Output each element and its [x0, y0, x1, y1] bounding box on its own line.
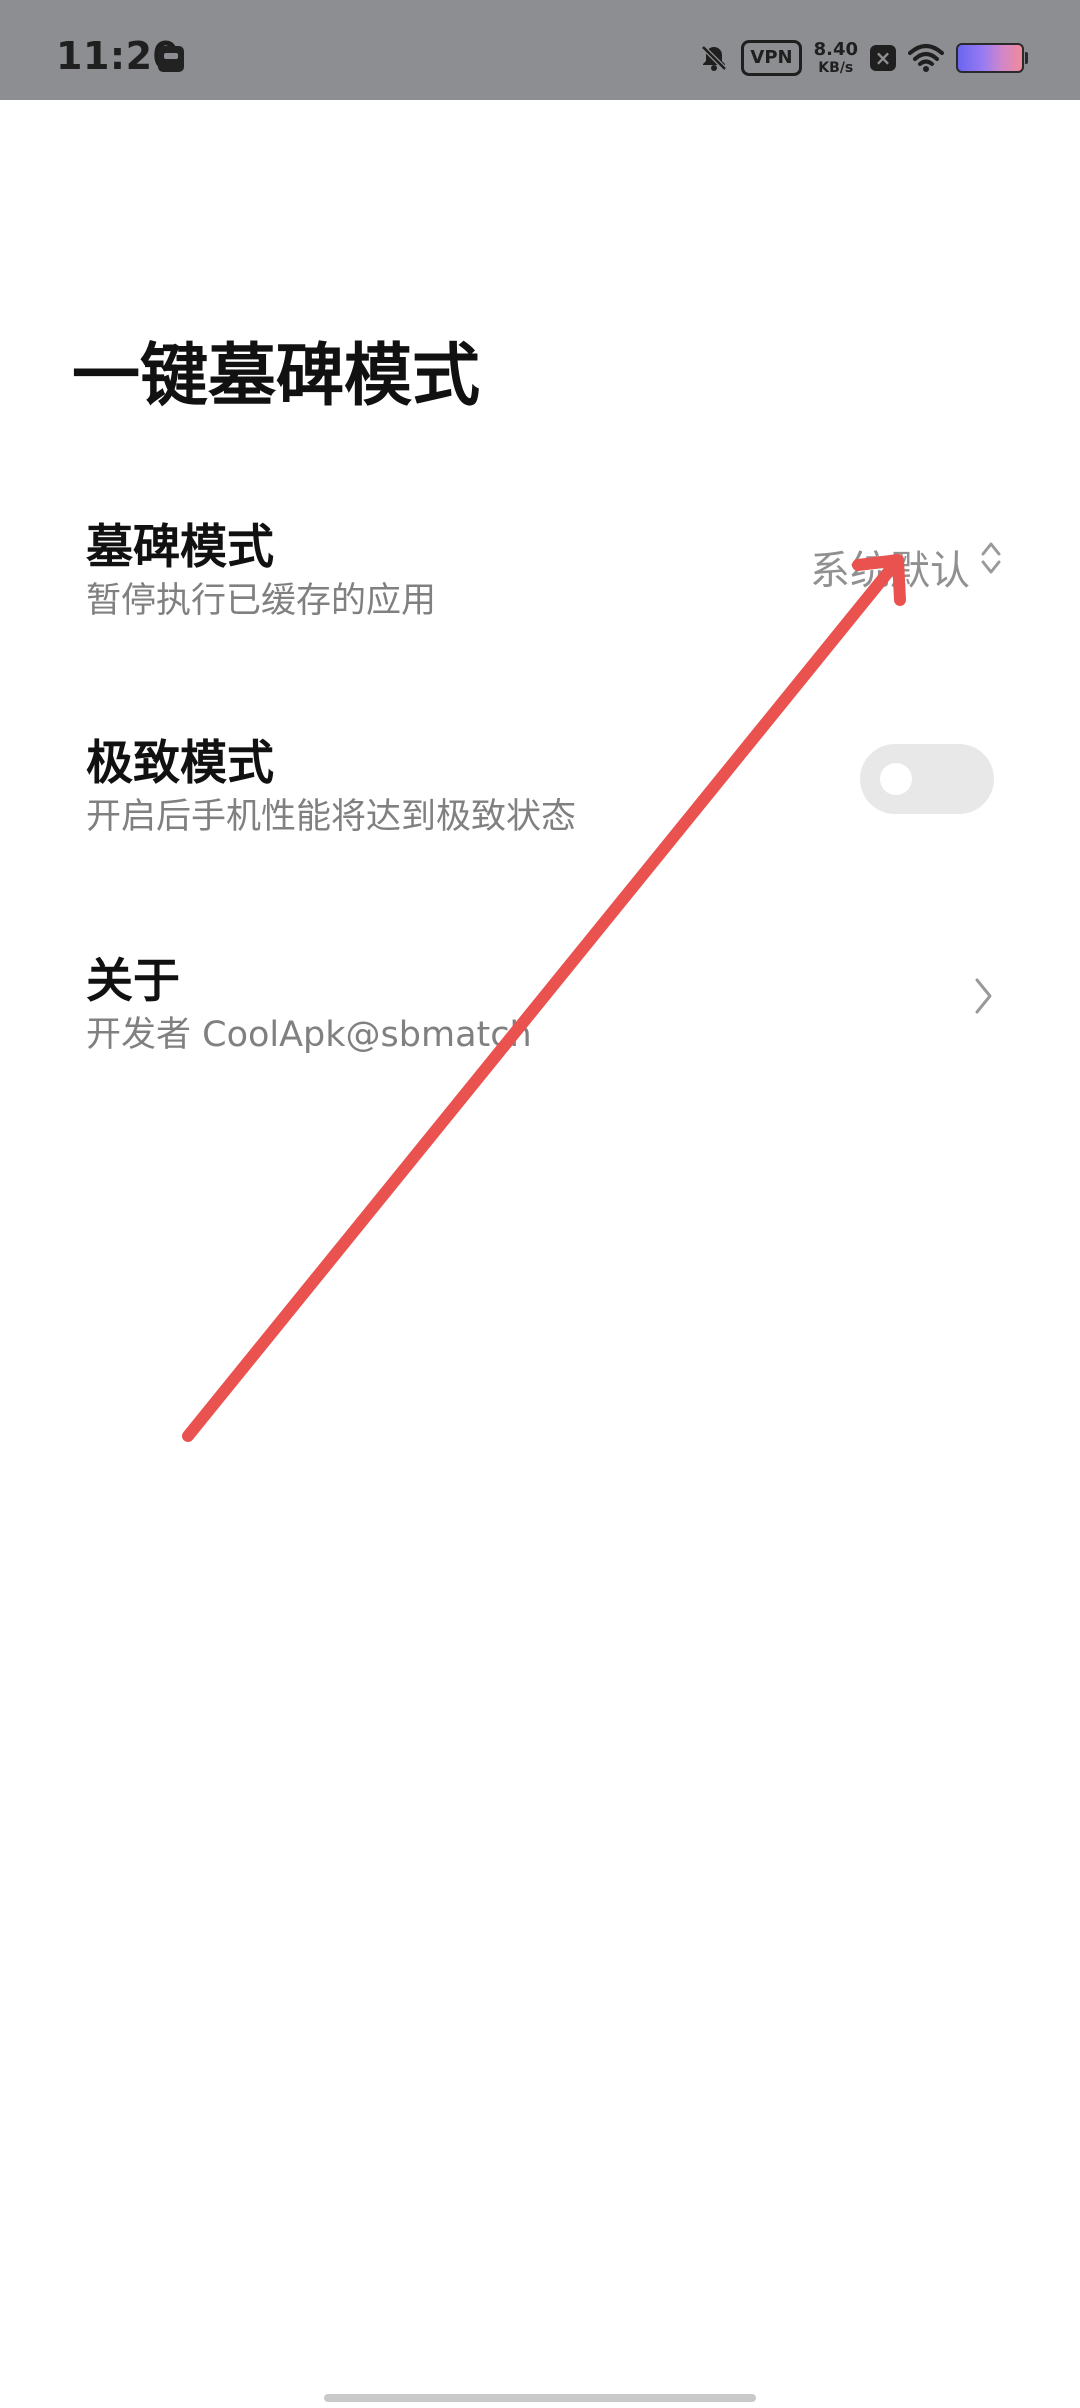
- notification-off-icon: [701, 45, 728, 71]
- up-down-chevron-icon: [981, 542, 1001, 574]
- vpn-icon: VPN: [741, 40, 802, 76]
- home-indicator[interactable]: [324, 2394, 756, 2402]
- setting-title: 极致模式: [86, 736, 274, 791]
- setting-title: 关于: [86, 954, 180, 1009]
- battery-icon: [956, 43, 1028, 73]
- chevron-right-icon: [975, 978, 992, 1014]
- setting-subtitle: 暂停执行已缓存的应用: [86, 581, 437, 621]
- setting-subtitle: 开启后手机性能将达到极致状态: [86, 797, 577, 837]
- network-speed-unit: KB/s: [818, 60, 854, 76]
- setting-extreme-mode: 极致模式 开启后手机性能将达到极致状态: [0, 724, 1080, 884]
- extreme-mode-toggle[interactable]: [860, 744, 994, 814]
- setting-about[interactable]: 关于 开发者 CoolApk@sbmatch: [0, 942, 1080, 1102]
- sim-blocked-icon: ×: [870, 45, 896, 71]
- app-notification-icon: [158, 46, 184, 72]
- status-bar: 11:20 VPN 8.40 KB/s ×: [0, 0, 1080, 100]
- network-speed-value: 8.40: [813, 39, 858, 60]
- toggle-knob: [880, 763, 912, 795]
- status-icons: VPN 8.40 KB/s ×: [699, 38, 1028, 78]
- wifi-icon: [908, 44, 944, 72]
- setting-title: 墓碑模式: [86, 520, 274, 575]
- page-title: 一键墓碑模式: [72, 337, 481, 416]
- setting-tombstone-mode[interactable]: 墓碑模式 暂停执行已缓存的应用 系统默认: [0, 508, 1080, 668]
- setting-subtitle: 开发者 CoolApk@sbmatch: [86, 1015, 532, 1055]
- mode-selected-value[interactable]: 系统默认: [810, 538, 970, 596]
- network-speed: 8.40 KB/s: [813, 39, 858, 76]
